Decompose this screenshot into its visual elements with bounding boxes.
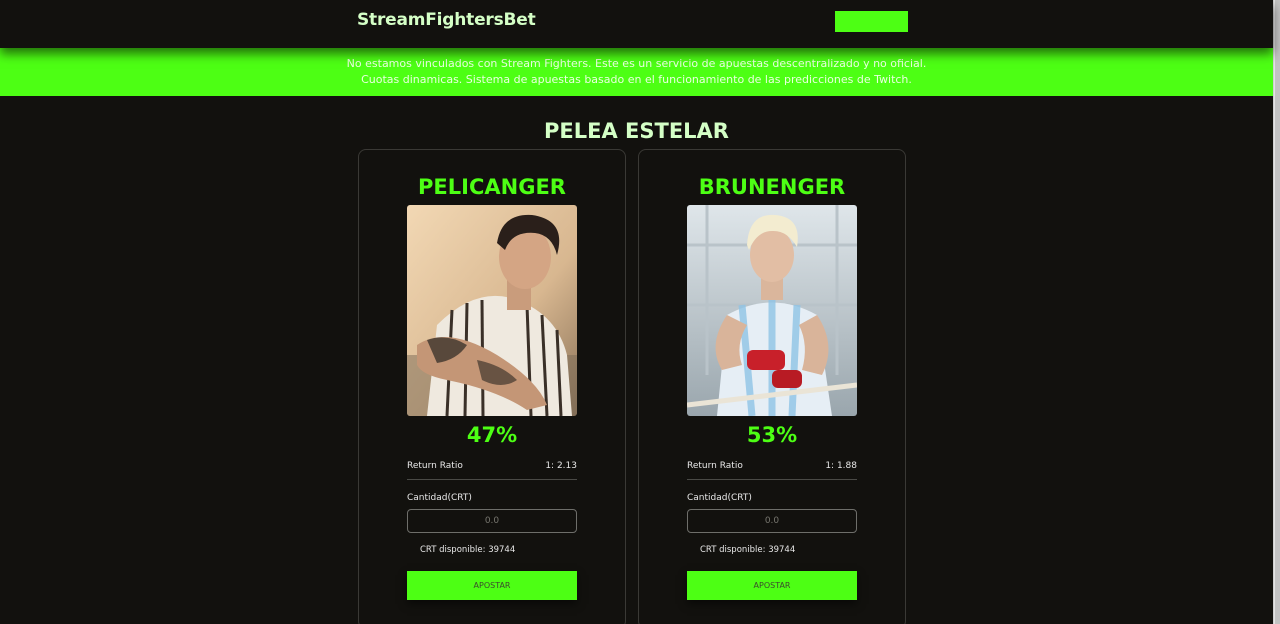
return-ratio-label: Return Ratio — [407, 461, 463, 471]
return-ratio-row: Return Ratio 1: 1.88 — [687, 461, 857, 471]
fighter-name: PELICANGER — [418, 175, 566, 199]
fighter-name: BRUNENGER — [698, 175, 846, 199]
bet-button[interactable]: APOSTAR — [687, 571, 857, 600]
disclaimer-line-2: Cuotas dinamicas. Sistema de apuestas ba… — [361, 73, 912, 86]
fighter-card-brunenger: BRUNENGER 53% Return Ratio 1: 1.88 Canti… — [638, 149, 906, 624]
fighter-photo — [407, 205, 577, 416]
return-ratio-value: 1: 1.88 — [825, 461, 857, 471]
win-percentage: 53% — [746, 423, 798, 447]
return-ratio-row: Return Ratio 1: 2.13 — [407, 461, 577, 471]
return-ratio-value: 1: 2.13 — [545, 461, 577, 471]
win-percentage: 47% — [466, 423, 518, 447]
top-navbar: StreamFightersBet — [0, 0, 1273, 48]
top-action-button[interactable] — [835, 11, 908, 32]
return-ratio-label: Return Ratio — [687, 461, 743, 471]
bet-button[interactable]: APOSTAR — [407, 571, 577, 600]
disclaimer-line-1: No estamos vinculados con Stream Fighter… — [346, 57, 927, 70]
fighter-card-pelicanger: PELICANGER 47% Return Ratio 1: 2.13 Cant… — [358, 149, 626, 624]
amount-label: Cantidad(CRT) — [687, 493, 752, 503]
scrollbar-thumb[interactable] — [1275, 0, 1280, 624]
available-balance: CRT disponible: 39744 — [700, 545, 796, 555]
page-title: PELEA ESTELAR — [544, 119, 729, 143]
vertical-scrollbar[interactable] — [1273, 0, 1280, 624]
available-balance: CRT disponible: 39744 — [420, 545, 516, 555]
brand-logo-text[interactable]: StreamFightersBet — [357, 10, 536, 30]
page: StreamFightersBet No estamos vinculados … — [0, 0, 1280, 624]
disclaimer-banner: No estamos vinculados con Stream Fighter… — [0, 48, 1273, 96]
amount-input[interactable] — [407, 509, 577, 533]
divider — [687, 479, 857, 480]
divider — [407, 479, 577, 480]
amount-input[interactable] — [687, 509, 857, 533]
fighter-photo — [687, 205, 857, 416]
amount-label: Cantidad(CRT) — [407, 493, 472, 503]
